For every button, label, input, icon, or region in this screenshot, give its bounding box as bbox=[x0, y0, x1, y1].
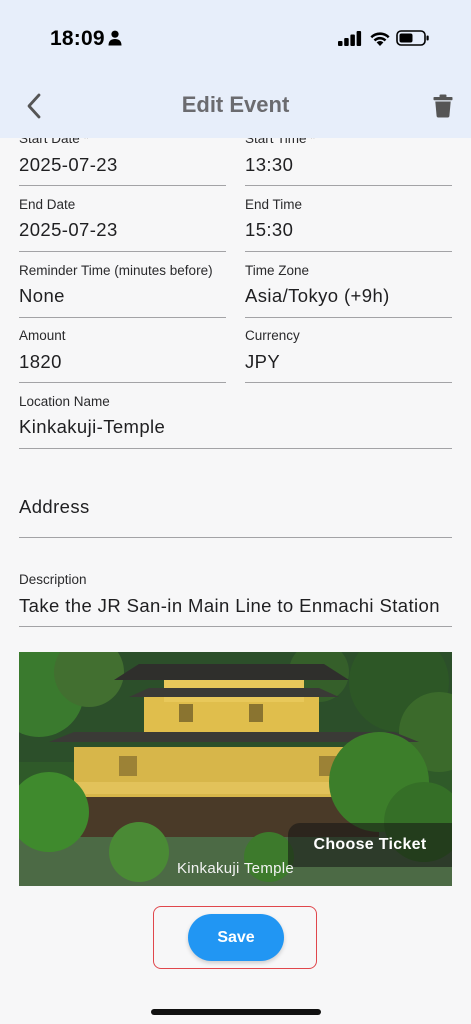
battery-icon bbox=[396, 30, 429, 46]
currency-value: JPY bbox=[245, 351, 281, 372]
person-icon bbox=[108, 30, 122, 46]
trash-icon bbox=[433, 94, 453, 118]
reminder-value: None bbox=[19, 285, 65, 306]
end-date-label: End Date bbox=[19, 197, 76, 212]
time-zone-field[interactable]: Time Zone Asia/Tokyo (+9h) bbox=[245, 252, 452, 318]
start-time-value: 13:30 bbox=[245, 154, 294, 175]
cellular-signal-icon bbox=[338, 31, 362, 46]
amount-field[interactable]: Amount 1820 bbox=[19, 318, 226, 383]
location-name-label: Location Name bbox=[19, 394, 110, 409]
home-indicator bbox=[151, 1009, 321, 1015]
status-time: 18:09 bbox=[50, 27, 105, 50]
page-title: Edit Event bbox=[181, 92, 290, 117]
reminder-field[interactable]: Reminder Time (minutes before) None bbox=[19, 252, 226, 318]
address-field[interactable]: Address bbox=[19, 449, 452, 538]
end-date-field[interactable]: End Date 2025-07-23 bbox=[19, 186, 226, 252]
end-time-label: End Time bbox=[245, 197, 303, 212]
location-name-value: Kinkakuji-Temple bbox=[19, 416, 166, 437]
wifi-icon bbox=[370, 32, 390, 46]
delete-button[interactable] bbox=[428, 90, 458, 122]
description-field[interactable]: Description Take the JR San-in Main Line… bbox=[19, 538, 452, 627]
time-zone-label: Time Zone bbox=[245, 263, 310, 278]
reminder-label: Reminder Time (minutes before) bbox=[19, 263, 213, 278]
save-button[interactable]: Save bbox=[188, 914, 284, 961]
description-label: Description bbox=[19, 572, 87, 587]
end-time-value: 15:30 bbox=[245, 219, 294, 240]
time-zone-value: Asia/Tokyo (+9h) bbox=[245, 285, 390, 306]
location-name-field[interactable]: Location Name Kinkakuji-Temple bbox=[19, 383, 452, 449]
end-time-field[interactable]: End Time 15:30 bbox=[245, 186, 452, 252]
address-placeholder: Address bbox=[19, 496, 90, 517]
end-date-value: 2025-07-23 bbox=[19, 219, 118, 240]
currency-label: Currency bbox=[245, 328, 300, 343]
amount-label: Amount bbox=[19, 328, 66, 343]
amount-value: 1820 bbox=[19, 351, 62, 372]
currency-field[interactable]: Currency JPY bbox=[245, 318, 452, 383]
description-value: Take the JR San-in Main Line to Enmachi … bbox=[19, 595, 440, 616]
app-header: 18:09 Edit Event bbox=[0, 0, 471, 138]
start-date-value: 2025-07-23 bbox=[19, 154, 118, 175]
photo-caption: Kinkakuji Temple bbox=[176, 860, 295, 877]
